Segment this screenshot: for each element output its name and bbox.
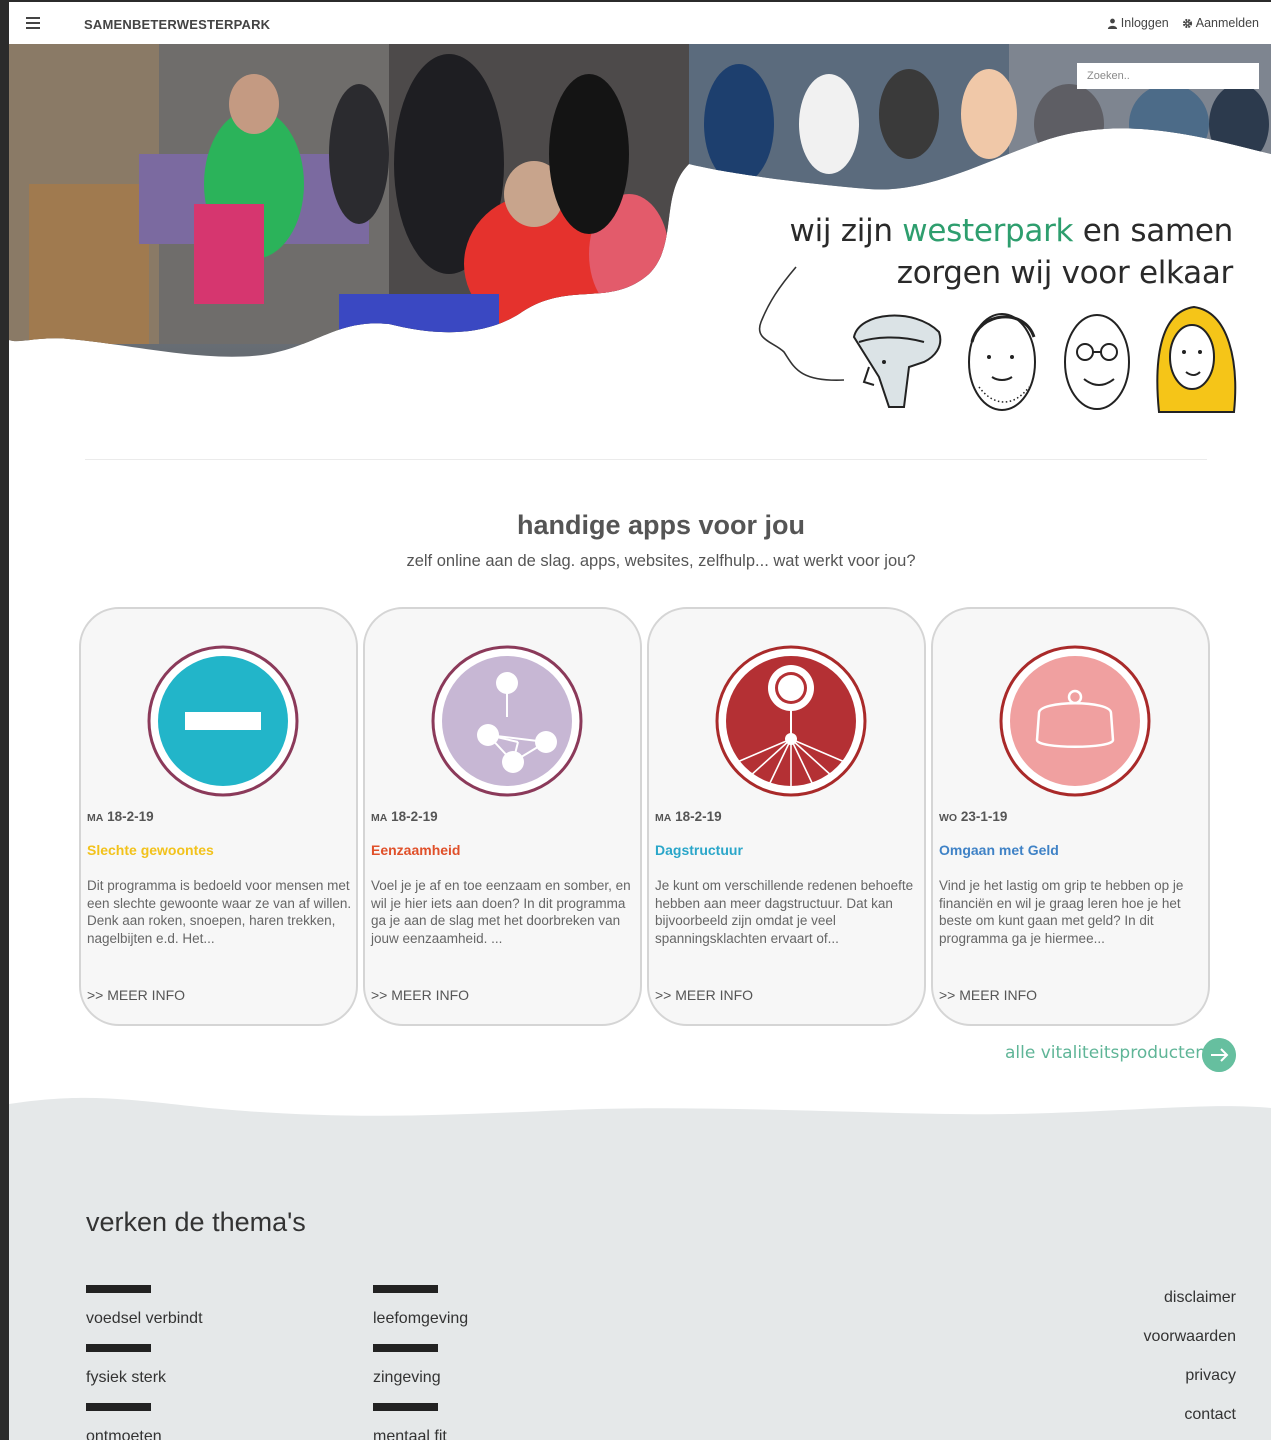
app-card[interactable]: MA 18-2-19 Eenzaamheid Voel je je af en … bbox=[363, 607, 642, 1026]
card-date: MA 18-2-19 bbox=[87, 809, 154, 824]
theme-link[interactable]: fysiek sterk bbox=[86, 1369, 166, 1387]
footer bbox=[9, 1092, 1271, 1440]
top-bar: SAMENBETERWESTERPARK Inloggen Aanmelden bbox=[9, 2, 1271, 44]
network-icon bbox=[431, 645, 583, 797]
card-description: Vind je het lastig om grip te hebben op … bbox=[939, 878, 1184, 946]
login-label: Inloggen bbox=[1120, 16, 1169, 30]
all-products-link[interactable]: alle vitaliteitsproducten bbox=[1005, 1043, 1206, 1063]
apps-section-subtitle: zelf online aan de slag. apps, websites,… bbox=[406, 552, 916, 570]
card-title[interactable]: Eenzaamheid bbox=[371, 842, 460, 858]
auth-links: Inloggen Aanmelden bbox=[1107, 16, 1259, 30]
card-weekday: MA bbox=[87, 812, 104, 824]
card-title[interactable]: Omgaan met Geld bbox=[939, 842, 1059, 858]
card-date: MA 18-2-19 bbox=[655, 809, 722, 824]
signup-link[interactable]: Aanmelden bbox=[1182, 16, 1259, 30]
card-date-value: 18-2-19 bbox=[107, 809, 154, 824]
theme-link[interactable]: mentaal fit bbox=[373, 1428, 447, 1440]
app-card[interactable]: WO 23-1-19 Omgaan met Geld Vind je het l… bbox=[931, 607, 1210, 1026]
terms-link[interactable]: voorwaarden bbox=[1144, 1328, 1237, 1346]
user-icon bbox=[1107, 18, 1117, 29]
section-divider bbox=[85, 459, 1207, 460]
disclaimer-link[interactable]: disclaimer bbox=[1164, 1289, 1236, 1307]
site-brand[interactable]: SAMENBETERWESTERPARK bbox=[84, 17, 270, 32]
more-info-link[interactable]: >> MEER INFO bbox=[939, 987, 1037, 1003]
apps-section-title: handige apps voor jou bbox=[516, 510, 806, 540]
faces-illustration bbox=[758, 266, 1237, 413]
gear-icon bbox=[1182, 18, 1192, 28]
theme-link[interactable]: ontmoeten bbox=[86, 1428, 162, 1440]
theme-link[interactable]: voedsel verbindt bbox=[86, 1310, 203, 1328]
theme-bar bbox=[373, 1285, 438, 1293]
theme-bar bbox=[86, 1285, 151, 1293]
theme-bar bbox=[86, 1344, 151, 1352]
hamburger-menu-icon[interactable] bbox=[26, 17, 40, 29]
app-card[interactable]: MA 18-2-19 Slechte gewoontes Dit program… bbox=[79, 607, 358, 1026]
no-entry-icon bbox=[147, 645, 299, 797]
theme-link[interactable]: leefomgeving bbox=[373, 1310, 468, 1328]
card-date-value: 18-2-19 bbox=[391, 809, 438, 824]
card-description: Voel je je af en toe eenzaam en somber, … bbox=[371, 878, 631, 946]
theme-link[interactable]: zingeving bbox=[373, 1369, 441, 1387]
login-link[interactable]: Inloggen bbox=[1107, 16, 1169, 30]
card-date: MA 18-2-19 bbox=[371, 809, 438, 824]
theme-bar bbox=[373, 1403, 438, 1411]
card-weekday: MA bbox=[655, 812, 672, 824]
card-description: Je kunt om verschillende redenen behoeft… bbox=[655, 878, 914, 946]
contact-link[interactable]: contact bbox=[1184, 1406, 1236, 1424]
parachute-icon bbox=[715, 645, 867, 797]
themes-title: verken de thema's bbox=[86, 1207, 306, 1237]
card-title[interactable]: Dagstructuur bbox=[655, 842, 743, 858]
more-info-link[interactable]: >> MEER INFO bbox=[655, 987, 753, 1003]
footer-wave-bg bbox=[9, 1097, 1271, 1440]
search-input[interactable] bbox=[1077, 63, 1259, 89]
card-date-value: 23-1-19 bbox=[960, 809, 1008, 824]
theme-bar bbox=[373, 1344, 438, 1352]
tagline-part-1: wij zijn bbox=[789, 213, 903, 249]
card-date: WO 23-1-19 bbox=[939, 809, 1007, 824]
tagline-part-2: en samen bbox=[1073, 213, 1234, 249]
card-weekday: WO bbox=[939, 812, 958, 824]
card-description: Dit programma is bedoeld voor mensen met… bbox=[87, 878, 352, 946]
more-info-link[interactable]: >> MEER INFO bbox=[87, 987, 185, 1003]
more-info-link[interactable]: >> MEER INFO bbox=[371, 987, 469, 1003]
theme-bar bbox=[86, 1403, 151, 1411]
card-title[interactable]: Slechte gewoontes bbox=[87, 842, 214, 858]
card-weekday: MA bbox=[371, 812, 388, 824]
signup-label: Aanmelden bbox=[1195, 16, 1259, 30]
tagline-line-1: wij zijn westerpark en samen bbox=[789, 210, 1234, 252]
hero-banner: wij zijn westerpark en samen zorgen wij … bbox=[9, 44, 1271, 424]
app-card[interactable]: MA 18-2-19 Dagstructuur Je kunt om versc… bbox=[647, 607, 926, 1026]
tagline-accent: westerpark bbox=[902, 213, 1074, 249]
purse-icon bbox=[999, 645, 1151, 797]
page: SAMENBETERWESTERPARK Inloggen Aanmelden bbox=[9, 2, 1271, 1440]
privacy-link[interactable]: privacy bbox=[1185, 1367, 1236, 1385]
card-date-value: 18-2-19 bbox=[675, 809, 722, 824]
arrow-right-icon[interactable] bbox=[1202, 1038, 1236, 1072]
